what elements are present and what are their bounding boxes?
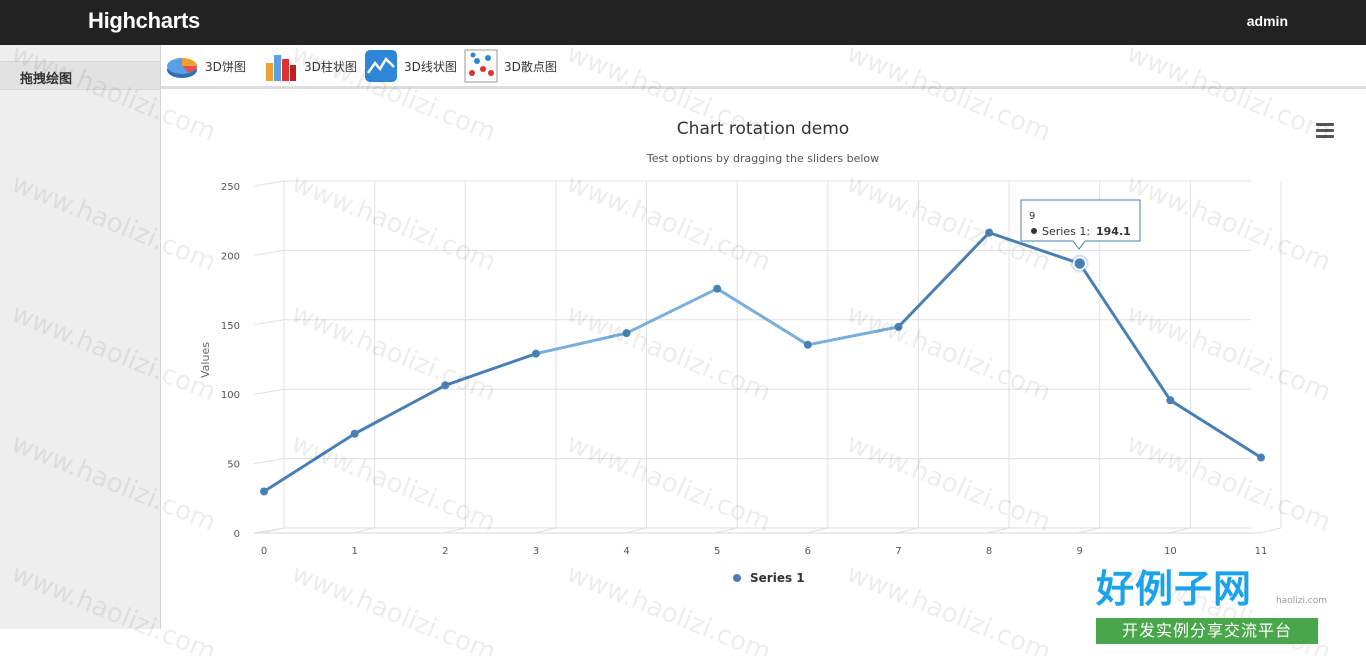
series-line-segment (534, 331, 629, 356)
series-line-segment (806, 325, 900, 347)
series-line-segment (1168, 398, 1263, 459)
sidebar: 拖拽绘图 (0, 45, 161, 629)
grid-line-perspective (253, 249, 285, 256)
x-tick-label: 5 (714, 546, 720, 557)
x-tick-label: 9 (1077, 546, 1083, 557)
bar-chart-icon (264, 49, 298, 83)
grid-line-floor (624, 527, 647, 534)
chart-title: Chart rotation demo (677, 119, 849, 139)
series-point (260, 487, 268, 496)
grid-line-floor (533, 527, 557, 534)
watermark-logo-title: 好例子网 (1096, 567, 1253, 611)
grid-line-floor (1077, 527, 1100, 534)
chart-tooltip: 9 Series 1: 194.1 (1020, 199, 1141, 250)
menu-icon-bar (1316, 135, 1334, 138)
menu-icon-bar (1316, 129, 1334, 132)
x-tick-label: 0 (261, 546, 267, 557)
chart-subtitle: Test options by dragging the sliders bel… (646, 152, 879, 165)
x-tick-label: 2 (442, 546, 448, 557)
y-tick-label: 200 (221, 251, 240, 262)
grid-line-floor (715, 527, 738, 534)
series-point (350, 429, 359, 438)
x-tick-label: 1 (351, 546, 357, 557)
series-point (1257, 453, 1265, 462)
tooltip-series-marker (1031, 228, 1037, 234)
x-tick-label: 10 (1164, 546, 1177, 557)
toolbar-item-label: 3D饼图 (205, 59, 246, 74)
chart-context-menu-button[interactable] (1316, 123, 1334, 139)
series-line-segment (262, 432, 357, 493)
tooltip-series-label: Series 1: (1042, 225, 1090, 238)
pie-chart-icon (165, 49, 199, 83)
top-navbar: Highcharts admin (0, 0, 1366, 45)
grid-line-floor (261, 527, 285, 534)
y-tick-label: 150 (221, 321, 240, 332)
toolbar-item-3d-scatter[interactable]: 3D散点图 (464, 49, 557, 83)
series-line-segment (715, 287, 810, 347)
series-point (622, 329, 631, 338)
grid-line-perspective (253, 180, 285, 187)
series-point (441, 381, 450, 390)
user-menu[interactable]: admin (1247, 13, 1288, 29)
x-tick-label: 6 (805, 546, 811, 557)
grid-line-perspective (253, 388, 285, 395)
grid-line-floor (1168, 527, 1191, 534)
series-line-segment (1078, 262, 1172, 402)
sidebar-item-drag-draw[interactable]: 拖拽绘图 (0, 61, 160, 90)
legend-marker (733, 574, 741, 582)
x-tick-label: 4 (623, 546, 629, 557)
series-point (713, 284, 722, 293)
x-tick-label: 8 (986, 546, 992, 557)
x-tick-label: 7 (895, 546, 901, 557)
brand-logo[interactable]: Highcharts (88, 8, 200, 34)
grid-line-floor (986, 527, 1010, 534)
toolbar-item-label: 3D散点图 (504, 59, 557, 74)
series-point (1166, 396, 1175, 405)
grid-line-floor (443, 527, 466, 534)
series-point (894, 322, 903, 331)
y-axis-title: Values (199, 342, 212, 378)
grid-line-floor (896, 527, 919, 534)
series-line-segment (896, 231, 991, 329)
series-point (531, 349, 540, 358)
tooltip-x-label: 9 (1029, 211, 1035, 222)
y-tick-label: 250 (221, 182, 240, 193)
toolbar-item-3d-pie[interactable]: 3D饼图 (165, 49, 246, 83)
grid-line-floor (805, 527, 828, 534)
legend-item-series-1[interactable]: Series 1 (750, 571, 805, 585)
chart-series (260, 228, 1265, 496)
toolbar-item-label: 3D柱状图 (304, 59, 357, 74)
chart-legend[interactable]: Series 1 (733, 571, 805, 585)
grid-line-perspective (253, 458, 285, 465)
menu-icon-bar (1316, 123, 1334, 126)
grid-line-floor (1258, 527, 1282, 534)
watermark-domain: haolizi.com (1276, 596, 1328, 606)
x-tick-label: 11 (1255, 546, 1268, 557)
x-tick-label: 3 (533, 546, 539, 557)
chart-type-toolbar: 3D饼图 3D柱状图 3D线状图 3D散点图 (161, 45, 1366, 89)
grid-line-floor (352, 527, 375, 534)
series-point (803, 340, 812, 349)
series-line-segment (625, 287, 719, 335)
chart-container[interactable]: 0 50 100 150 200 250 0 1 2 3 4 5 6 7 8 9 10 11 Chart rota… (161, 92, 1366, 629)
series-point (985, 228, 994, 237)
tooltip-value: 194.1 (1096, 225, 1131, 238)
series-line-segment (443, 352, 538, 387)
sidebar-item-label: 拖拽绘图 (20, 72, 73, 87)
y-tick-label: 50 (227, 460, 240, 471)
scatter-chart-icon (464, 49, 498, 83)
grid-line-perspective (253, 319, 285, 326)
toolbar-item-3d-line[interactable]: 3D线状图 (364, 49, 457, 83)
y-tick-label: 0 (234, 529, 240, 540)
y-tick-label: 100 (221, 390, 240, 401)
series-line-segment (353, 383, 447, 436)
toolbar-item-label: 3D线状图 (404, 59, 457, 74)
series-point-highlighted (1072, 256, 1087, 271)
toolbar-item-3d-bar[interactable]: 3D柱状图 (264, 49, 357, 83)
watermark-logo-subtitle: 开发实例分享交流平台 (1096, 618, 1318, 644)
line-chart-icon (364, 49, 398, 83)
